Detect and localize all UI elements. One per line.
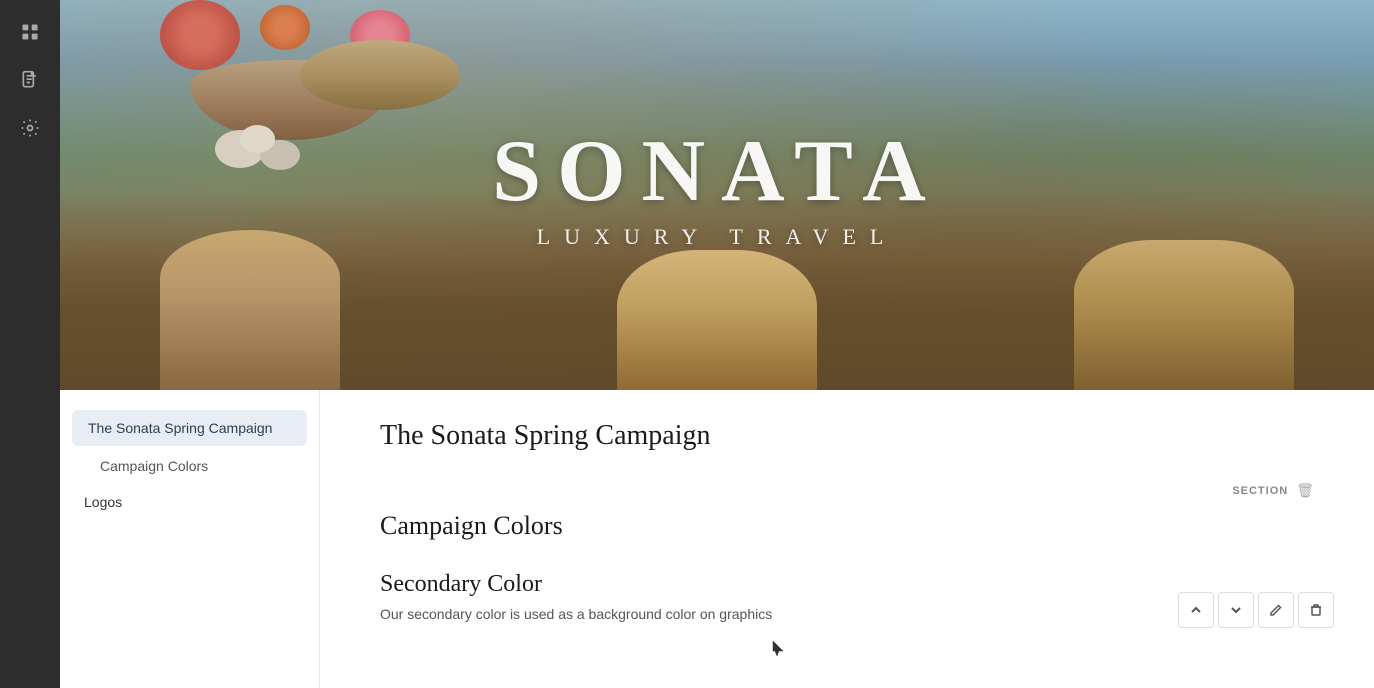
- flower-left-decor: [160, 0, 240, 70]
- float-actions: [1178, 592, 1334, 628]
- toc-sidebar: The Sonata Spring Campaign Campaign Colo…: [60, 390, 320, 688]
- stool-left-decor: [160, 230, 340, 390]
- move-down-button[interactable]: [1218, 592, 1254, 628]
- section-title: Campaign Colors: [380, 511, 1314, 541]
- bowl-center-decor: [300, 40, 460, 110]
- edit-button[interactable]: [1258, 592, 1294, 628]
- hero-brand: SONATA LUXURY TRAVEL: [492, 128, 942, 250]
- move-up-button[interactable]: [1178, 592, 1214, 628]
- section-header: SECTION 🗑: [380, 482, 1314, 499]
- content-area: The Sonata Spring Campaign Campaign Colo…: [60, 390, 1374, 688]
- secondary-color-desc: Our secondary color is used as a backgro…: [380, 604, 1314, 625]
- sidebar-nav: [0, 0, 60, 688]
- toc-group-logos[interactable]: Logos: [60, 486, 319, 518]
- secondary-color-title: Secondary Color: [380, 571, 1314, 598]
- stool-center-decor: [617, 250, 817, 390]
- stool-right-decor: [1074, 240, 1294, 390]
- section-delete-icon[interactable]: 🗑: [1296, 482, 1314, 499]
- settings-nav-icon[interactable]: [10, 108, 50, 148]
- main-area: SONATA LUXURY TRAVEL The Sonata Spring C…: [60, 0, 1374, 688]
- hero-section: SONATA LUXURY TRAVEL: [60, 0, 1374, 390]
- document-nav-icon[interactable]: [10, 60, 50, 100]
- rock3-decor: [240, 125, 275, 153]
- toc-sub-item-campaign-colors[interactable]: Campaign Colors: [72, 450, 307, 482]
- cursor-indicator: [772, 640, 784, 658]
- delete-button[interactable]: [1298, 592, 1334, 628]
- toc-item-active[interactable]: The Sonata Spring Campaign: [72, 410, 307, 446]
- flower-orange-decor: [260, 5, 310, 50]
- section-label: SECTION: [1232, 485, 1288, 497]
- brand-title: SONATA: [492, 128, 942, 216]
- brand-subtitle: LUXURY TRAVEL: [492, 224, 942, 250]
- doc-content: The Sonata Spring Campaign SECTION 🗑 Cam…: [320, 390, 1374, 688]
- doc-title: The Sonata Spring Campaign: [380, 420, 1314, 452]
- grid-nav-icon[interactable]: [10, 12, 50, 52]
